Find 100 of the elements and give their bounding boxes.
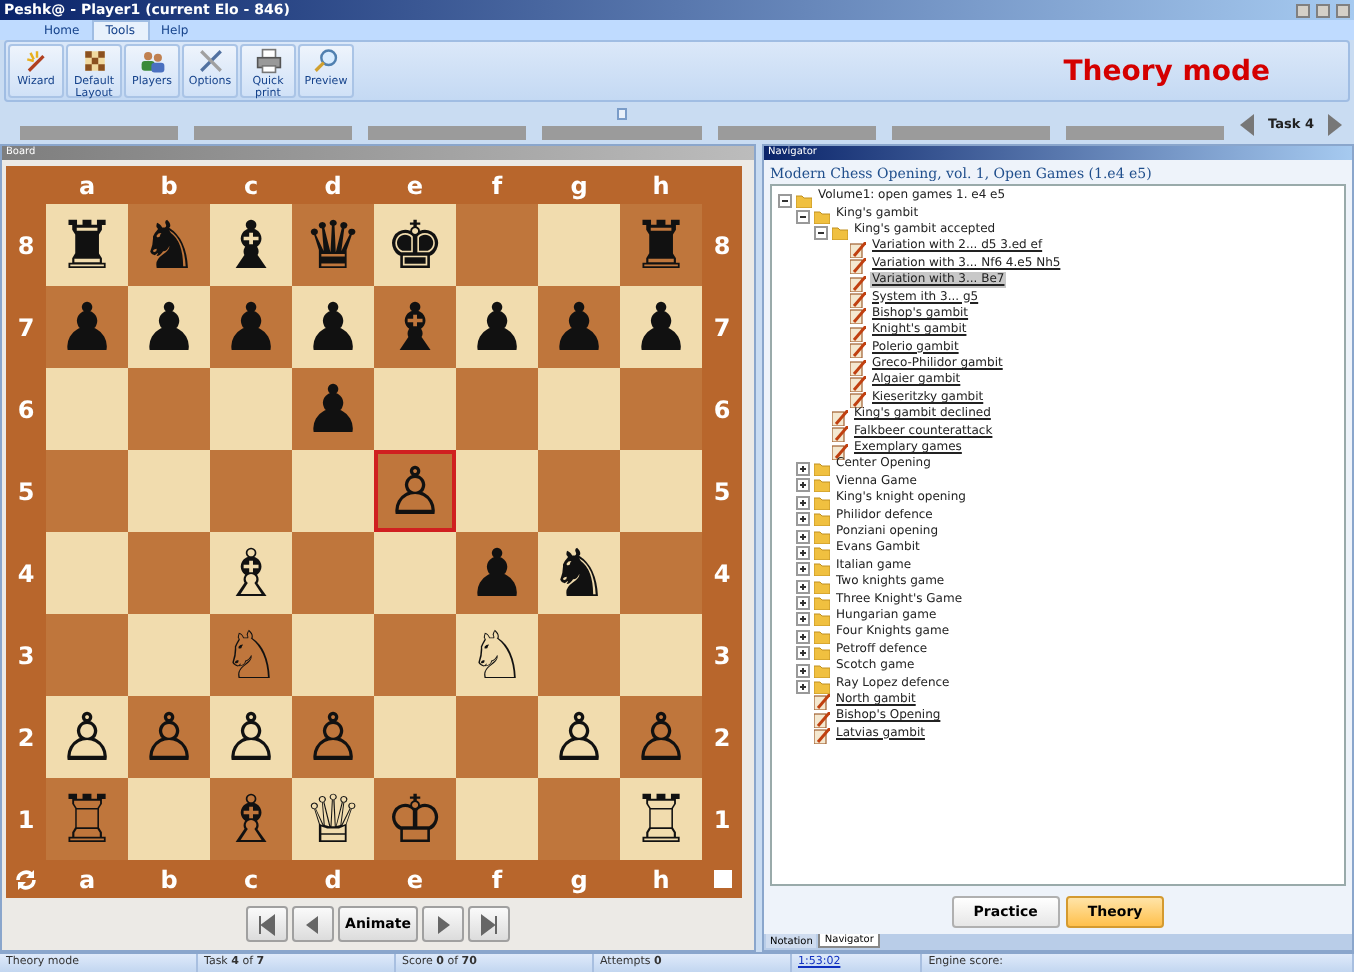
file-label: e	[404, 863, 426, 897]
file-label: h	[650, 863, 672, 897]
rank-label: 2	[711, 721, 733, 755]
chess-piece: ♜	[46, 204, 128, 286]
expand-icon[interactable]	[796, 596, 810, 611]
chessboard-icon	[81, 48, 107, 74]
chess-piece: ♟	[292, 286, 374, 368]
expand-icon[interactable]	[796, 529, 810, 544]
people-icon	[139, 48, 165, 74]
current-task-marker	[616, 107, 627, 119]
rank-label: 6	[711, 393, 733, 427]
chess-piece: ♙	[620, 696, 702, 778]
rank-label: 4	[711, 557, 733, 591]
prev-arrow-icon	[301, 913, 324, 935]
first-arrow-icon	[255, 913, 278, 935]
first-move-button[interactable]	[245, 906, 288, 942]
chess-piece: ♝	[374, 286, 456, 368]
rank-label: 4	[15, 557, 37, 591]
chess-piece: ♗	[210, 778, 292, 860]
chess-piece: ♝	[210, 204, 292, 286]
chess-piece: ♜	[620, 204, 702, 286]
file-label: e	[404, 169, 426, 203]
chess-piece: ♘	[210, 614, 292, 696]
rank-label: 6	[15, 393, 37, 427]
rank-label: 2	[15, 721, 37, 755]
last-move-button[interactable]	[468, 906, 511, 942]
expand-icon[interactable]	[796, 545, 810, 560]
file-label: c	[241, 863, 261, 897]
rank-label: 3	[711, 639, 733, 673]
chess-piece: ♙	[210, 696, 292, 778]
rank-label: 7	[711, 311, 733, 345]
chess-piece: ♞	[128, 204, 210, 286]
file-label: g	[568, 863, 590, 898]
square-icon[interactable]	[713, 870, 731, 888]
previous-task-button[interactable]	[1240, 112, 1257, 134]
expand-icon[interactable]	[796, 663, 810, 678]
rank-label: 5	[711, 475, 733, 509]
expand-icon[interactable]	[796, 461, 810, 476]
next-move-button[interactable]	[422, 906, 465, 942]
chess-piece: ♛	[292, 204, 374, 286]
chess-piece: ♚	[374, 204, 456, 286]
chess-piece: ♗	[210, 532, 292, 614]
chess-piece: ♙	[46, 696, 128, 778]
chess-piece: ♟	[210, 286, 292, 368]
next-task-button[interactable]	[1326, 112, 1342, 134]
chess-piece: ♔	[374, 778, 456, 860]
chess-piece: ♕	[292, 778, 374, 860]
rotate-icon[interactable]	[14, 867, 38, 891]
file-label: d	[322, 169, 344, 203]
chess-piece: ♟	[128, 286, 210, 368]
chess-piece: ♟	[292, 368, 374, 450]
chess-piece: ♖	[46, 778, 128, 860]
magnifier-icon	[313, 48, 339, 74]
expand-icon[interactable]	[796, 562, 810, 577]
rank-label: 1	[711, 803, 733, 837]
chess-piece: ♙	[292, 696, 374, 778]
expand-icon[interactable]	[796, 680, 810, 695]
chess-piece: ♘	[456, 614, 538, 696]
expand-icon[interactable]	[796, 629, 810, 644]
chess-piece: ♟	[456, 286, 538, 368]
expand-icon[interactable]	[796, 512, 810, 527]
collapse-icon[interactable]	[796, 210, 810, 225]
printer-icon	[255, 48, 281, 74]
file-label: a	[76, 169, 98, 203]
collapse-icon[interactable]	[814, 226, 828, 241]
tools-icon	[197, 48, 223, 74]
chess-piece: ♖	[620, 778, 702, 860]
chess-piece: ♙	[538, 696, 620, 778]
file-label: b	[158, 169, 180, 203]
file-label: b	[158, 863, 180, 897]
rank-label: 5	[15, 475, 37, 509]
rank-label: 8	[711, 229, 733, 263]
chess-piece: ♟	[620, 286, 702, 368]
file-label: h	[650, 169, 672, 203]
expand-icon[interactable]	[796, 495, 810, 510]
rank-label: 7	[15, 311, 37, 345]
next-arrow-icon	[432, 913, 455, 935]
chess-piece: ♞	[538, 532, 620, 614]
collapse-icon[interactable]	[778, 193, 792, 208]
wand-icon	[23, 48, 49, 74]
expand-icon[interactable]	[796, 646, 810, 661]
previous-move-button[interactable]	[291, 906, 334, 942]
expand-icon[interactable]	[796, 579, 810, 594]
rank-label: 3	[15, 639, 37, 673]
chess-piece: ♙	[374, 450, 456, 532]
rank-label: 8	[15, 229, 37, 263]
chess-piece: ♟	[456, 532, 538, 614]
file-label: g	[568, 169, 590, 204]
chess-piece: ♙	[128, 696, 210, 778]
expand-icon[interactable]	[796, 478, 810, 493]
expand-icon[interactable]	[796, 612, 810, 627]
file-label: f	[489, 863, 505, 897]
rank-label: 1	[15, 803, 37, 837]
file-label: f	[489, 169, 505, 203]
mode-title: Theory mode	[1063, 55, 1272, 87]
file-label: d	[322, 863, 344, 897]
chess-piece: ♟	[46, 286, 128, 368]
chess-piece: ♟	[538, 286, 620, 368]
file-label: c	[241, 169, 261, 203]
last-arrow-icon	[478, 913, 501, 935]
